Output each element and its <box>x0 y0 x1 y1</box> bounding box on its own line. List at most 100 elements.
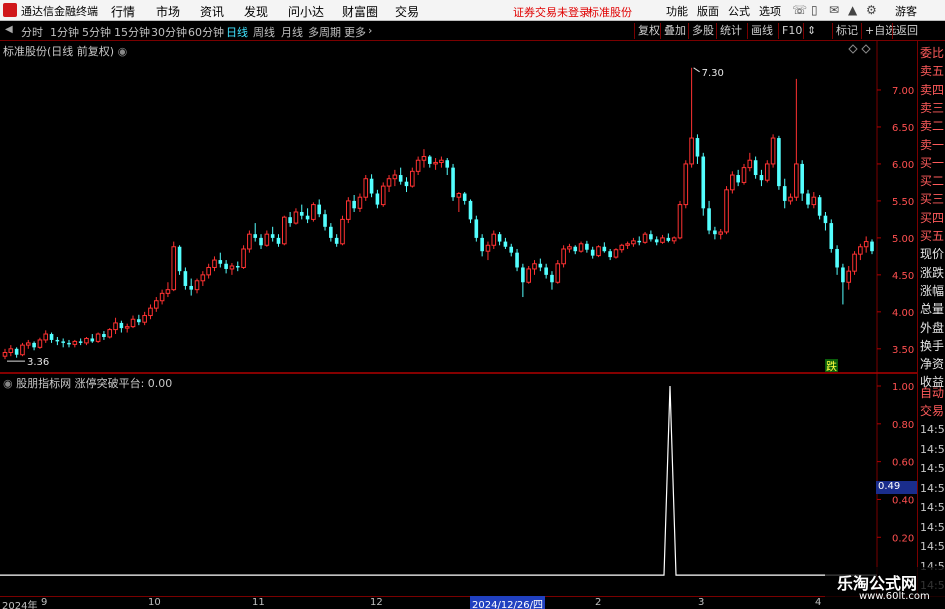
candle-body <box>433 161 438 165</box>
indicator-y-tick-label: 0.40 <box>892 495 914 506</box>
y-tick-label: 7.00 <box>892 86 914 97</box>
candle-body <box>852 253 857 272</box>
candle-body <box>538 263 543 268</box>
multi-stock-button[interactable]: 多股 <box>688 23 714 39</box>
candle-body <box>485 244 491 252</box>
x-tick: 2024年 <box>2 601 38 609</box>
candle-body <box>741 167 747 183</box>
y-tick-label: 4.50 <box>892 271 914 282</box>
menu-item-market[interactable]: 市场 <box>156 3 180 20</box>
candle-body <box>253 234 258 238</box>
candle-body <box>224 263 228 269</box>
candle-body <box>247 233 252 250</box>
side-panel-label: 现价 <box>920 247 945 262</box>
menu-item-quotes[interactable]: 行情 <box>111 3 135 20</box>
stats-button[interactable]: 统计 <box>716 23 742 39</box>
candle-body <box>386 178 392 187</box>
candle-body <box>20 344 25 356</box>
candle-body <box>49 334 54 340</box>
candle-body <box>37 339 43 348</box>
period-toolbar: ◀ 分时 1分钟 5分钟 15分钟 30分钟 60分钟 日线 周线 月线 多周期… <box>0 21 945 41</box>
candle-body <box>532 263 537 270</box>
function-button[interactable]: 功能 <box>666 3 688 19</box>
watermark-url: www.60lt.com <box>859 591 930 602</box>
period-tab-multi[interactable]: 多周期 <box>308 24 341 40</box>
indicator-line <box>0 385 877 576</box>
candle-body <box>642 233 648 243</box>
candle-body <box>404 181 409 187</box>
mail-icon[interactable]: ✉ <box>829 3 839 17</box>
guest-label[interactable]: 游客 <box>895 3 917 19</box>
side-panel-label: 卖一 <box>920 137 945 152</box>
candle-body <box>654 239 659 243</box>
candle-body <box>78 341 83 343</box>
add-favorite-button[interactable]: +自选 <box>861 23 896 39</box>
settings-icon[interactable]: ⚙ <box>866 3 877 17</box>
more-chevron-icon[interactable]: › <box>368 24 372 37</box>
period-tab-tick[interactable]: 分时 <box>21 24 43 40</box>
app-logo-icon <box>3 3 17 17</box>
menu-bar: 通达信金融终端 行情 市场 资讯 发现 问小达 财富圈 交易 证券交易未登录 标… <box>0 0 945 21</box>
period-tab-more[interactable]: 更多 <box>344 24 366 40</box>
options-button[interactable]: 选项 <box>759 3 781 19</box>
indicator-options-icon[interactable]: ◉ <box>3 377 13 390</box>
candle-body <box>25 342 31 346</box>
formula-button[interactable]: 公式 <box>728 3 750 19</box>
candle-body <box>299 212 304 216</box>
period-tab-1min[interactable]: 1分钟 <box>50 24 79 40</box>
candle-body <box>142 315 147 323</box>
candle-body <box>352 200 356 209</box>
candle-body <box>701 156 706 209</box>
layout-button[interactable]: 版面 <box>697 3 719 19</box>
candle-body <box>288 217 292 224</box>
period-tab-monthly[interactable]: 月线 <box>281 24 303 40</box>
trade-time: 14:56 <box>920 442 945 456</box>
back-button[interactable]: 返回 <box>892 23 918 39</box>
adjust-button[interactable]: 复权 <box>634 23 660 39</box>
period-tab-15min[interactable]: 15分钟 <box>114 24 150 40</box>
period-tab-weekly[interactable]: 周线 <box>253 24 275 40</box>
chart-close-icon <box>861 44 871 54</box>
side-panel-label: 总量 <box>920 302 945 317</box>
f10-button[interactable]: F10 <box>778 23 802 39</box>
candle-body <box>608 251 612 258</box>
login-status[interactable]: 证券交易未登录 <box>513 4 590 20</box>
period-tab-daily[interactable]: 日线 <box>226 24 248 40</box>
candle-body <box>835 248 839 268</box>
service-icon[interactable]: ☏ <box>792 3 807 17</box>
collapse-icon[interactable]: ◀ <box>5 24 13 35</box>
candle-body <box>218 260 223 264</box>
trade-time: 14:56 <box>920 423 945 436</box>
menu-item-wealth[interactable]: 财富圈 <box>342 3 378 20</box>
menu-item-trade[interactable]: 交易 <box>395 3 419 20</box>
candle-body <box>55 339 60 342</box>
pin-icon[interactable]: ▲ <box>848 3 857 17</box>
x-tick: 11 <box>252 597 265 608</box>
period-tab-30min[interactable]: 30分钟 <box>151 24 187 40</box>
menu-item-discover[interactable]: 发现 <box>244 3 268 20</box>
candle-body <box>14 348 19 355</box>
period-tab-60min[interactable]: 60分钟 <box>188 24 224 40</box>
menu-item-ask[interactable]: 问小达 <box>288 3 324 20</box>
trade-time: 14:56 <box>920 462 945 475</box>
candle-body <box>497 234 502 242</box>
x-tick: 3 <box>698 597 705 608</box>
candle-body <box>863 241 869 248</box>
menu-item-news[interactable]: 资讯 <box>200 3 224 20</box>
chart-options-icon[interactable]: ◉ <box>118 45 128 58</box>
marker-button[interactable]: 标记 <box>832 23 858 39</box>
mark-button[interactable]: ⇕ <box>803 23 816 39</box>
chart-area[interactable]: 3.50 4.00 4.50 5.00 5.50 6.00 6.50 7.00 7.30 3.3… <box>0 41 917 596</box>
side-panel-label: 卖三 <box>920 100 945 115</box>
trade-time: 14:56 <box>920 520 945 534</box>
candle-body <box>474 219 479 238</box>
trade-time: 14:56 <box>920 481 945 495</box>
candle-body <box>113 322 118 331</box>
draw-button[interactable]: 画线 <box>747 23 773 39</box>
candle-body <box>177 246 182 272</box>
candle-body <box>317 204 322 215</box>
phone-icon[interactable]: ▯ <box>811 3 818 17</box>
candle-body <box>841 267 845 283</box>
overlay-button[interactable]: 叠加 <box>660 23 686 39</box>
period-tab-5min[interactable]: 5分钟 <box>82 24 111 40</box>
